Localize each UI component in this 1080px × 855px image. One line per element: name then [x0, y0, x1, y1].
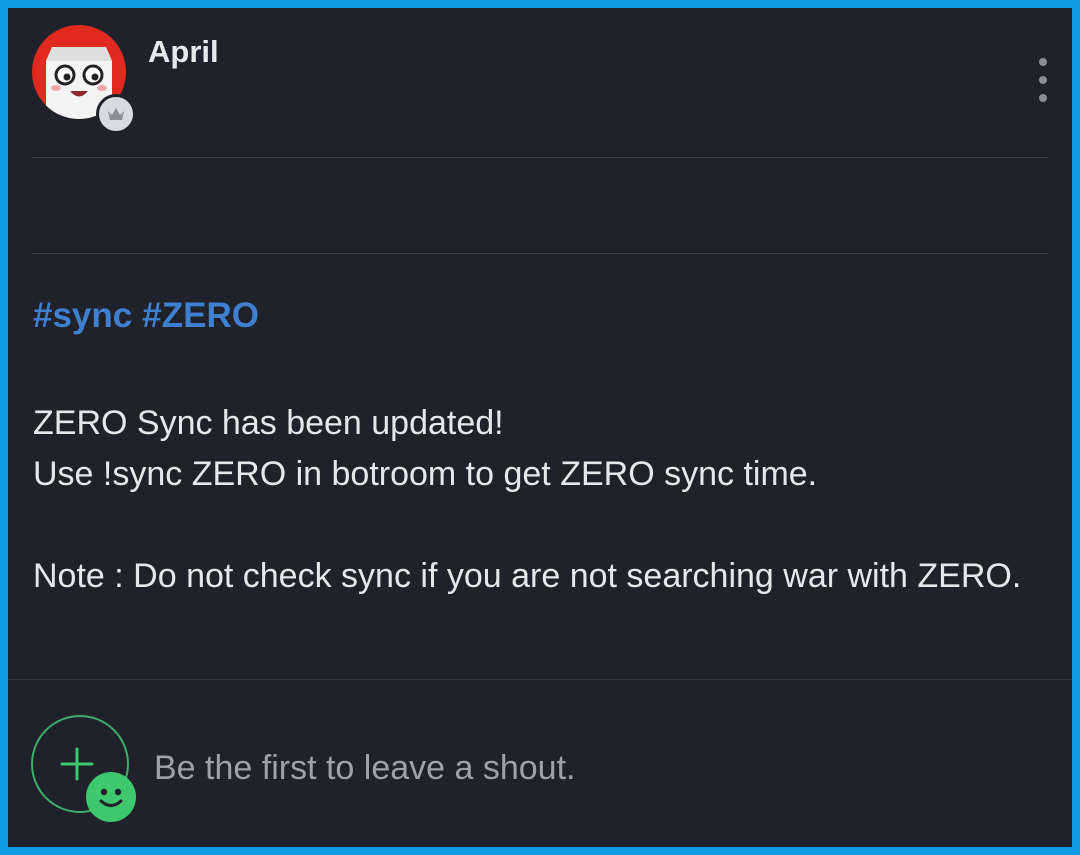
hashtag-zero[interactable]: #ZERO [142, 296, 259, 335]
post-card: April #sync #ZERO ZERO Sync has been upda… [8, 8, 1072, 847]
shout-placeholder[interactable]: Be the first to leave a shout. [154, 749, 575, 788]
post-body: ZERO Sync has been updated! Use !sync ZE… [33, 398, 1053, 602]
smiley-icon [86, 772, 136, 822]
divider [32, 253, 1048, 254]
hashtag-list: #sync #ZERO [33, 296, 269, 336]
hashtag-sync[interactable]: #sync [33, 296, 132, 335]
author-name[interactable]: April [148, 34, 219, 70]
divider [32, 157, 1048, 158]
post-body-line: Use !sync ZERO in botroom to get ZERO sy… [33, 455, 818, 493]
crown-icon [96, 94, 136, 134]
divider [8, 679, 1072, 680]
post-body-line: ZERO Sync has been updated! [33, 404, 504, 442]
more-vertical-icon[interactable] [1035, 58, 1051, 102]
post-note: Note : Do not check sync if you are not … [33, 557, 1022, 595]
